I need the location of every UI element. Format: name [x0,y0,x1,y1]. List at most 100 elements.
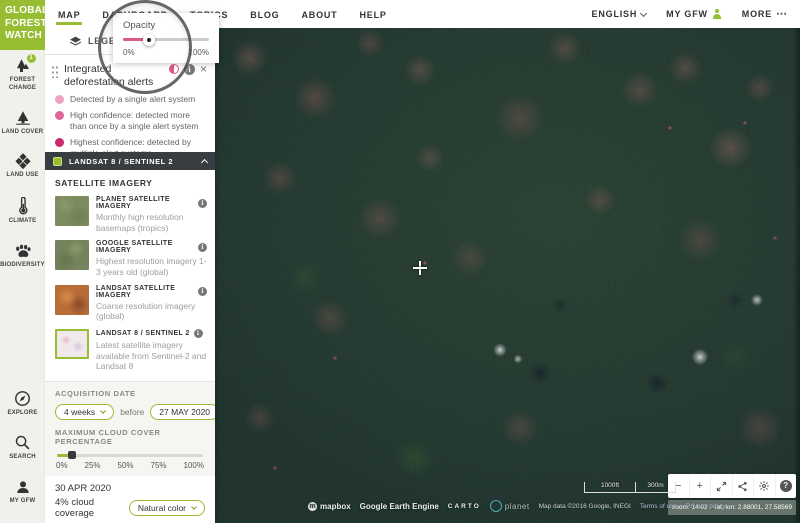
tick-label: 100% [183,460,204,470]
satellite-imagery-section: SATELLITE IMAGERY PLANET SATELLITE IMAGE… [45,170,215,381]
acquisition-label: ACQUISITION DATE [55,388,136,398]
language-selector[interactable]: ENGLISH [592,9,648,19]
planet-logo[interactable]: planet [489,500,530,512]
gfw-logo[interactable]: GLOBAL FOREST WATCH [0,0,48,50]
sat-option-landsat[interactable]: LANDSAT SATELLITE IMAGERY i Coarse resolu… [55,284,207,322]
opacity-slider-handle[interactable] [142,33,155,46]
nav-tab-blog[interactable]: BLOG [250,1,279,27]
tree-icon [14,110,32,126]
info-icon[interactable]: i [193,328,203,338]
sidebar-label: SEARCH [9,454,36,461]
drag-handle-icon[interactable] [51,65,59,78]
my-gfw-button[interactable]: MY GFW [666,9,722,19]
map-toolbar: − + ? [668,474,796,498]
tick-label: 50% [117,460,134,470]
info-icon[interactable]: i [198,198,207,208]
info-icon[interactable]: i [198,242,207,252]
opacity-slider[interactable] [123,33,209,46]
land-use-icon [14,153,32,170]
sidebar-item-land-cover[interactable]: LAND COVER [0,110,45,137]
search-icon [14,434,31,451]
scene-cloud-coverage: 4% cloud coverage [55,496,95,519]
info-icon[interactable]: i [183,63,195,75]
landsat-thumbnail [55,284,89,315]
sidebar-item-land-use[interactable]: LAND USE [0,153,45,180]
google-thumbnail [55,240,89,271]
sat-option-planet[interactable]: PLANET SATELLITE IMAGERY i Monthly high r… [55,196,207,233]
my-gfw-label: MY GFW [666,9,708,19]
paw-icon [14,243,32,259]
carto-logo[interactable]: CARTO [448,503,481,510]
mapbox-logo[interactable]: m mapbox [308,501,351,511]
slider-handle[interactable] [67,450,76,459]
slider-ticks: 0% 25% 50% 75% 100% [55,461,205,470]
sidebar-label: LAND USE [6,172,39,179]
cloud-cover-slider[interactable] [57,450,203,459]
sat-option-desc: Latest satellite imagery available from … [96,339,207,372]
sat-option-landsat8-sentinel2[interactable]: LANDSAT 8 / SENTINEL 2i Latest satellite… [55,328,207,372]
nav-tab-map[interactable]: MAP [55,1,83,27]
sidebar-item-forest-change[interactable]: 1 FOREST CHANGE [0,54,45,93]
planet-icon [489,500,502,512]
fullscreen-button[interactable] [710,474,732,498]
legend-class-list: Detected by a single alert system High c… [45,92,215,152]
chevron-down-icon [100,407,107,414]
legend-class-label: Detected by a single alert system [70,94,196,105]
sidebar-label: BIODIVERSITY [0,261,45,268]
date-picker[interactable]: 27 MAY 2020 [150,403,215,420]
map-scalebar: 1000ft 300m [584,482,676,493]
opacity-popup: Opacity 0% 100% [113,13,219,63]
sidebar-item-biodiversity[interactable]: BIODIVERSITY [0,243,45,270]
share-button[interactable] [731,474,754,498]
settings-button[interactable] [753,474,775,498]
close-icon[interactable]: × [200,63,207,75]
scale-metric: 300m [636,482,676,493]
opacity-popup-title: Opacity [123,20,156,31]
user-icon [712,9,722,19]
logo-line: WATCH [5,30,42,41]
terms-of-use-link[interactable]: Terms of use [640,503,677,510]
more-menu-button[interactable]: MORE ⋯ [742,9,788,20]
nav-tab-about[interactable]: ABOUT [301,1,337,27]
gear-icon [759,481,769,491]
map-edge-shade [793,28,800,523]
chevron-up-icon [200,158,209,166]
help-icon: ? [779,480,792,492]
forest-change-icon: 1 [14,54,36,74]
privacy-policy-link[interactable]: Privacy policy [686,503,726,510]
sidebar-item-my-gfw[interactable]: MY GFW [0,479,45,506]
info-icon[interactable]: i [198,287,207,297]
selected-scene-section: 30 APR 2020 4% cloud coverage Natural co… [45,476,215,523]
map-attribution: m mapbox Google Earth Engine CARTO planet… [308,500,726,512]
sidebar-item-explore[interactable]: EXPLORE [0,390,45,418]
tick-label: 25% [84,460,101,470]
tick-label: 75% [150,460,167,470]
legend-class-item: High confidence: detected more than once… [55,110,207,132]
sidebar-label: MY GFW [9,498,36,505]
expand-icon [716,481,726,491]
nav-tab-help[interactable]: HELP [359,1,386,27]
sat-option-title: LANDSAT 8 / SENTINEL 2 [96,329,190,337]
tick-label: 0% [56,460,68,470]
sidebar-item-search[interactable]: SEARCH [0,434,45,462]
layer-title: Integrated deforestation alerts [64,63,154,88]
legend-color-dot [55,138,64,148]
map-canvas[interactable] [215,28,800,523]
google-earth-engine-logo[interactable]: Google Earth Engine [360,502,439,511]
color-option-dropdown[interactable]: Natural color [128,499,205,516]
color-option-value: Natural color [137,502,186,513]
help-button[interactable]: ? [774,474,797,498]
map-texture [215,28,800,523]
sidebar-item-climate[interactable]: CLIMATE [0,197,45,226]
legend-color-dot [55,111,64,121]
date-value: 27 MAY 2020 [159,406,211,417]
gfw-map-page: MAP DASHBOARD TOPICS BLOG ABOUT HELP ENG… [0,0,800,523]
user-icon [15,479,31,495]
zoom-in-button[interactable]: + [688,474,711,498]
main-nav: MAP DASHBOARD TOPICS BLOG ABOUT HELP [55,1,387,27]
period-dropdown[interactable]: 4 weeks [55,403,115,420]
layer-opacity-button[interactable] [168,64,179,74]
layer-group-header[interactable]: LANDSAT 8 / SENTINEL 2 [45,152,215,171]
sat-option-google[interactable]: GOOGLE SATELLITE IMAGERY i Highest resolu… [55,240,207,277]
mapbox-icon: m [308,501,317,511]
